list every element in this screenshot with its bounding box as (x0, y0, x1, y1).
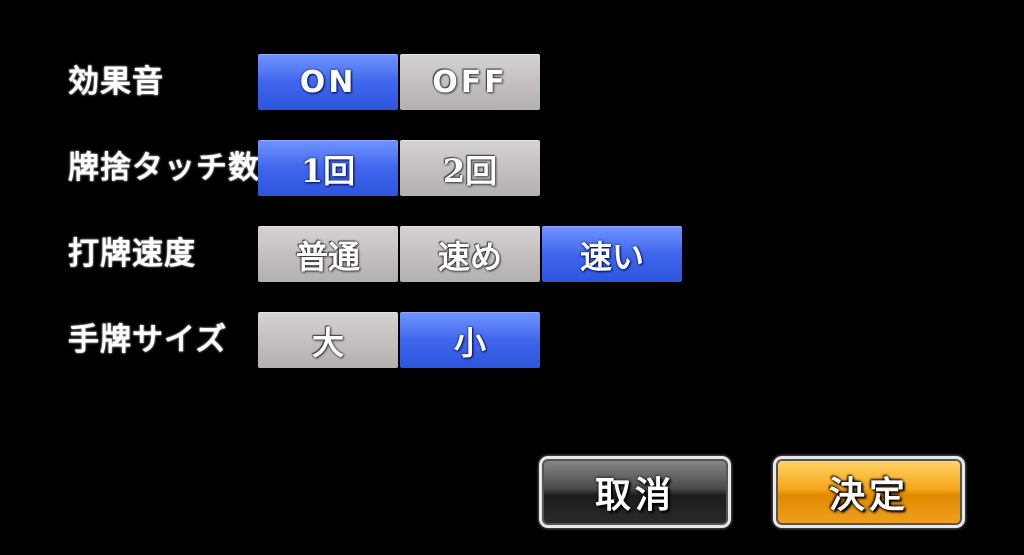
confirm-button[interactable]: 決定 (773, 456, 965, 528)
tile-size-large-button[interactable]: 大 (258, 312, 398, 368)
discard-touch-label: 牌捨タッチ数 (68, 150, 260, 186)
discard-speed-fast-button[interactable]: 速い (542, 226, 682, 282)
sound-effects-off-button[interactable]: OFF (400, 54, 540, 110)
discard-speed-options: 普通 速め 速い (258, 226, 684, 282)
tile-size-label: 手牌サイズ (68, 322, 228, 358)
cancel-button[interactable]: 取消 (539, 456, 731, 528)
setting-row-discard-touch: 牌捨タッチ数 1回 2回 (0, 140, 1024, 196)
setting-row-tile-size: 手牌サイズ 大 小 (0, 312, 1024, 368)
sound-effects-label: 効果音 (68, 64, 164, 100)
discard-touch-once-button[interactable]: 1回 (258, 140, 398, 196)
sound-effects-on-button[interactable]: ON (258, 54, 398, 110)
discard-speed-faster-button[interactable]: 速め (400, 226, 540, 282)
discard-touch-options: 1回 2回 (258, 140, 542, 196)
settings-screen: 効果音 ON OFF 牌捨タッチ数 1回 2回 打牌速度 普通 速め 速い 手牌… (0, 0, 1024, 555)
tile-size-small-button[interactable]: 小 (400, 312, 540, 368)
setting-row-sound-effects: 効果音 ON OFF (0, 54, 1024, 110)
discard-speed-normal-button[interactable]: 普通 (258, 226, 398, 282)
sound-effects-options: ON OFF (258, 54, 542, 110)
tile-size-options: 大 小 (258, 312, 542, 368)
discard-touch-twice-button[interactable]: 2回 (400, 140, 540, 196)
discard-speed-label: 打牌速度 (68, 236, 196, 272)
setting-row-discard-speed: 打牌速度 普通 速め 速い (0, 226, 1024, 282)
